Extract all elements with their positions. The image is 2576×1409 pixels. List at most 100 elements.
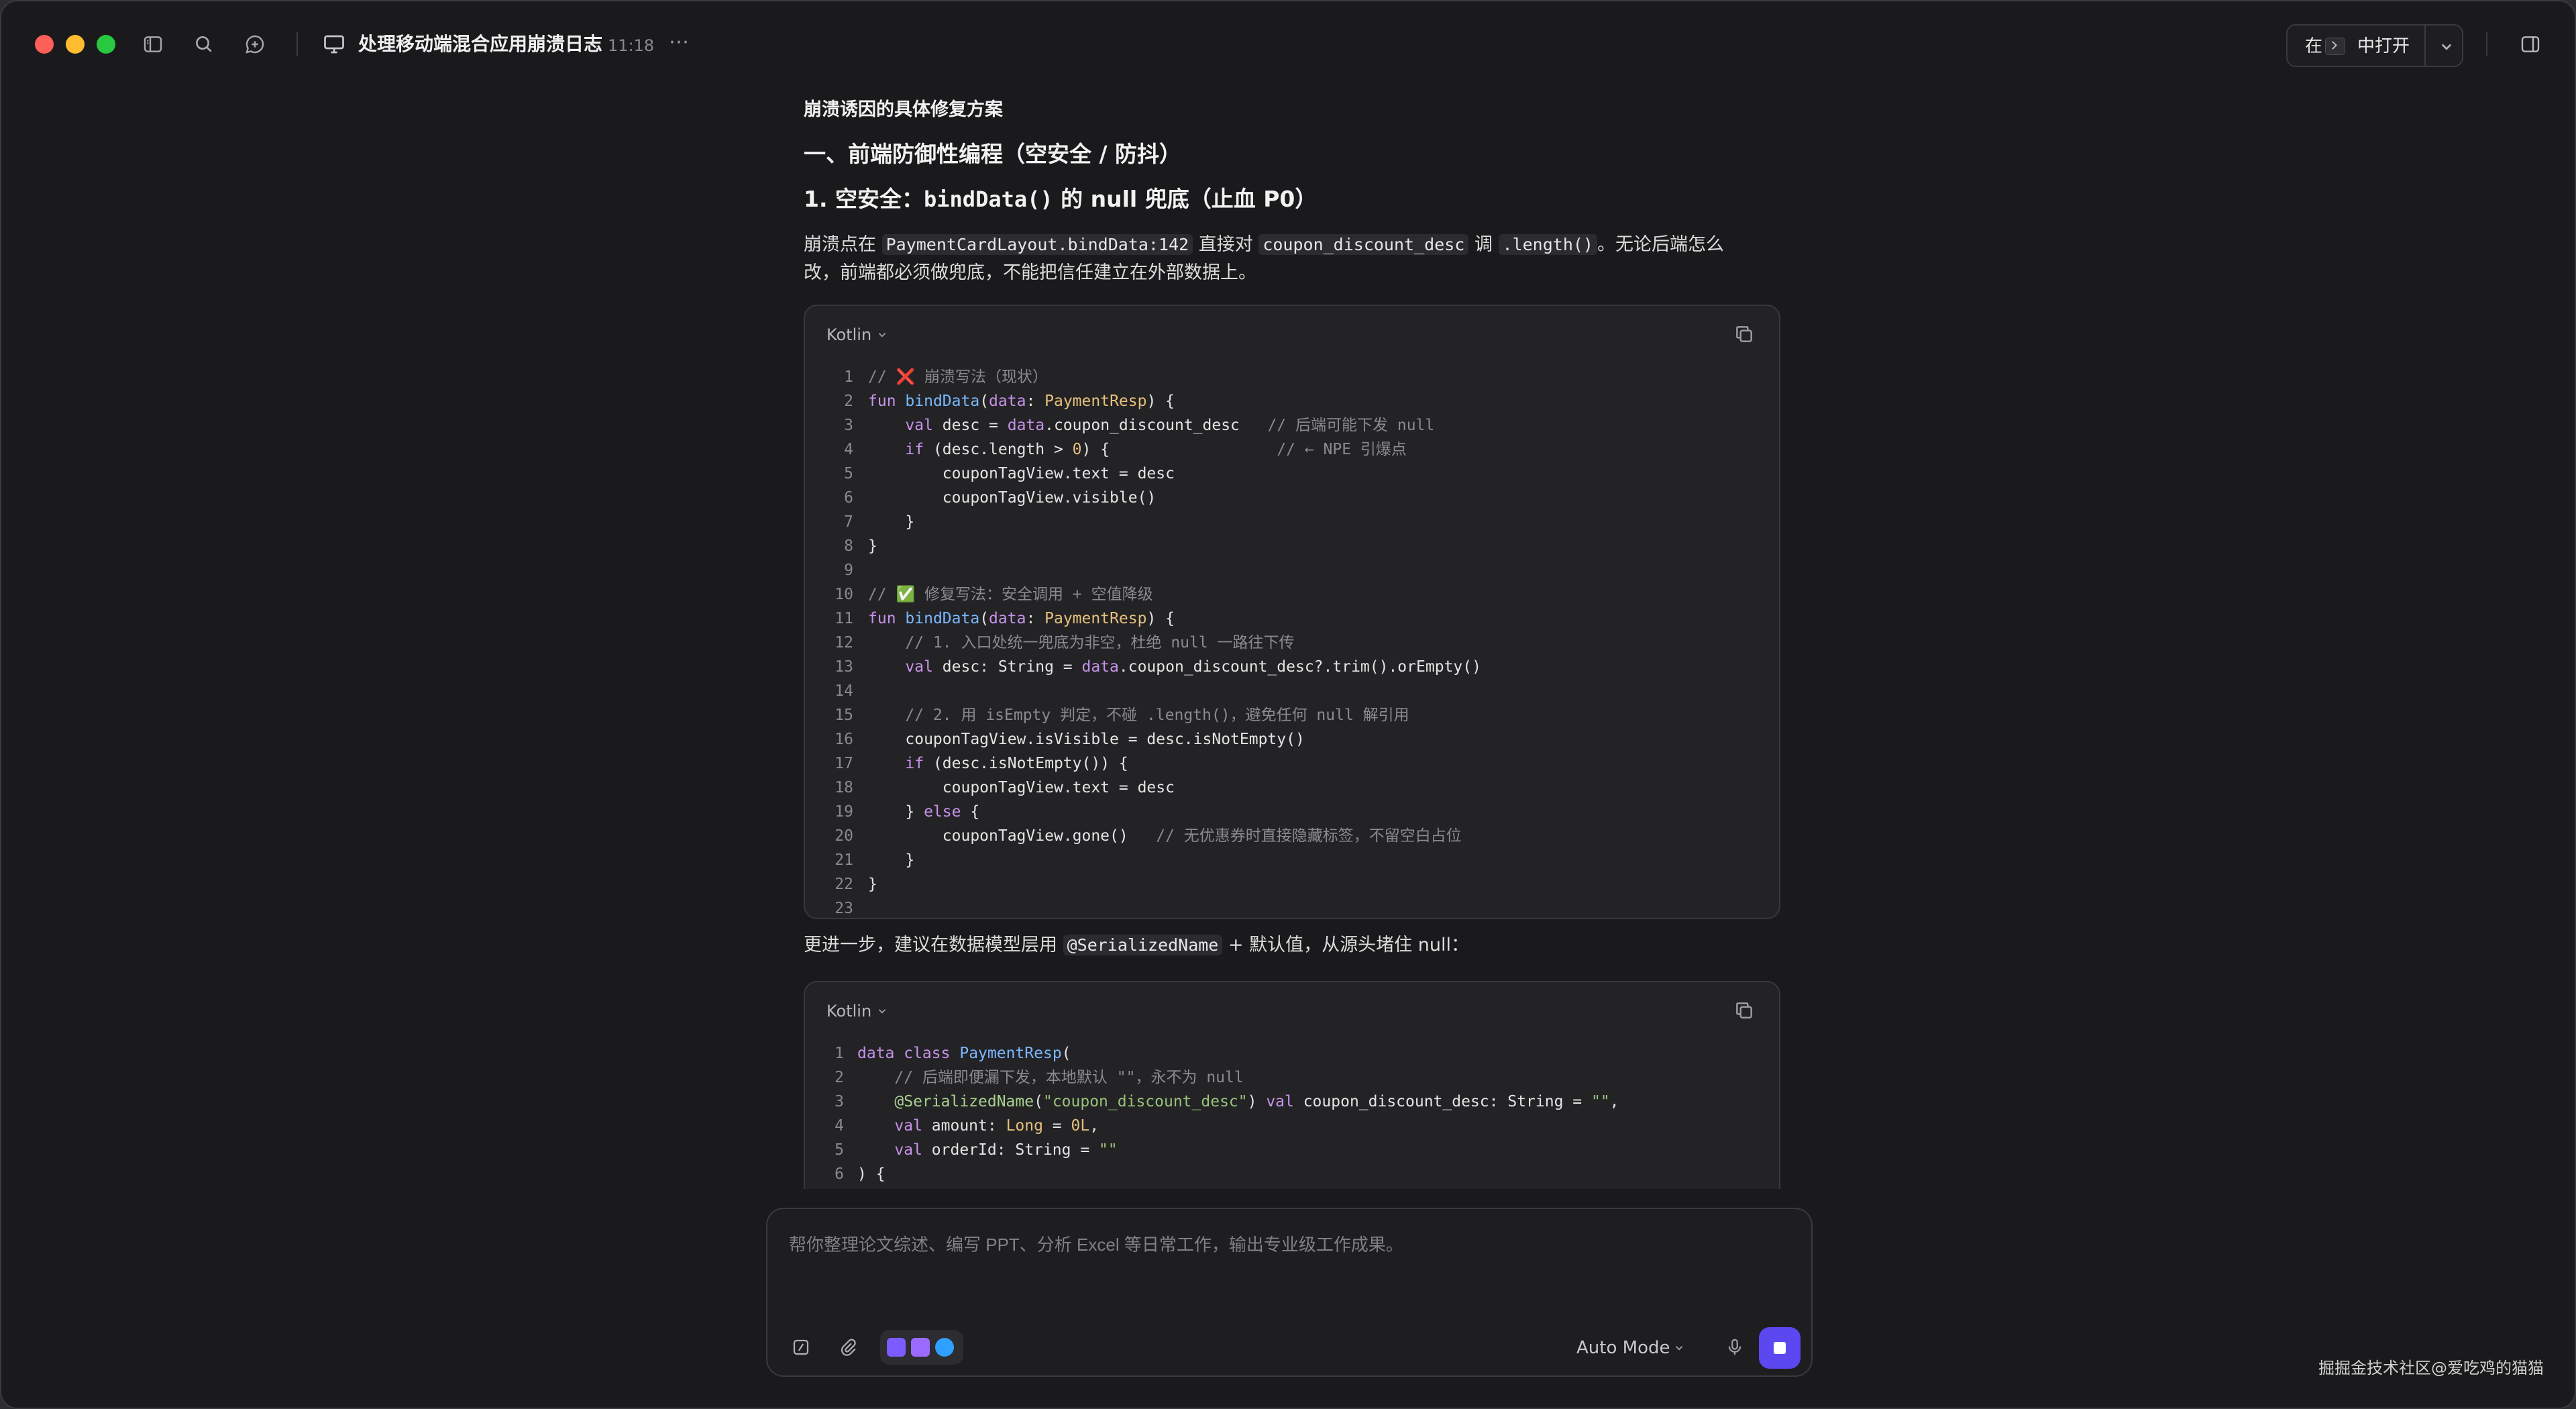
code-line: 2 // 后端即便漏下发，本地默认 ""，永不为 null — [835, 1069, 1244, 1086]
sidebar-toggle-button[interactable] — [140, 31, 166, 58]
code-line: 13 val desc: String = data.coupon_discou… — [835, 658, 1481, 676]
heading-two-code: bindData() — [924, 187, 1053, 212]
open-in-prefix: 在 — [2305, 36, 2323, 56]
code-line: 22} — [835, 876, 877, 893]
title-bar: 处理移动端混合应用崩溃日志 11:18 ⋯ 在 中打开 — [1, 1, 2575, 89]
chevron-down-icon[interactable] — [1673, 1342, 1685, 1354]
design-app-icon[interactable] — [935, 1338, 954, 1357]
open-in-suffix: 中打开 — [2357, 36, 2410, 56]
code-line: 16 couponTagView.isVisible = desc.isNotE… — [835, 731, 1305, 748]
more-options-button[interactable]: ⋯ — [665, 31, 692, 58]
slash-command-icon — [793, 1339, 809, 1355]
heading-two-suffix: 的 null 兜底（止血 P0） — [1053, 186, 1318, 212]
slash-command-button[interactable] — [786, 1333, 816, 1362]
code-line: 9 — [844, 562, 853, 579]
section-heading-one: 一、前端防御性编程（空安全 / 防抖） — [804, 141, 1182, 167]
code-line: 14 — [835, 682, 853, 700]
code-block-header: Kotlin — [805, 306, 1779, 362]
code-line: 4 if (desc.length > 0) { // ← NPE 引爆点 — [844, 441, 1407, 458]
search-button[interactable] — [191, 31, 217, 58]
paragraph-model-layer: 更进一步，建议在数据模型层用 @SerializedName + 默认值，从源头… — [804, 931, 1756, 959]
message-composer: Auto Mode — [766, 1208, 1813, 1377]
inline-code: coupon_discount_desc — [1258, 234, 1469, 255]
code-line: 23 — [835, 900, 853, 917]
paperclip-icon — [841, 1339, 856, 1356]
conversation-title[interactable]: 处理移动端混合应用崩溃日志 — [358, 31, 602, 58]
code-line: 10// ✅ 修复写法：安全调用 + 空值降级 — [835, 586, 1153, 603]
inline-code: .length() — [1498, 234, 1597, 255]
code-line: 5 couponTagView.text = desc — [844, 465, 1175, 482]
code-lines: 1 data class PaymentResp( 2 // 后端即便漏下发，本地… — [805, 1041, 1779, 1186]
new-chat-button[interactable] — [241, 31, 268, 58]
chevron-down-icon[interactable] — [2436, 36, 2457, 56]
code-line: 3 val desc = data.coupon_discount_desc /… — [844, 417, 1435, 434]
code-language-selector[interactable]: Kotlin — [826, 323, 871, 346]
inline-code: PaymentCardLayout.bindData:142 — [881, 234, 1193, 255]
code-line: 5 val orderId: String = "" — [835, 1141, 1118, 1159]
copy-icon[interactable] — [1733, 323, 1755, 345]
code-line: 6) { — [835, 1165, 885, 1183]
image-app-icon[interactable] — [911, 1338, 930, 1357]
titlebar-divider-right — [2486, 32, 2487, 56]
titlebar-divider — [297, 32, 298, 56]
code-line: 8} — [844, 537, 877, 555]
new-chat-icon — [246, 35, 264, 54]
code-line: 15 // 2. 用 isEmpty 判定，不碰 .length()，避免任何 … — [835, 707, 1409, 724]
close-window-button[interactable] — [35, 35, 54, 54]
open-in-button[interactable]: 在 中打开 — [2286, 24, 2463, 67]
chevron-down-icon[interactable] — [876, 1005, 888, 1017]
monitor-icon — [324, 35, 344, 54]
mode-selector[interactable]: Auto Mode — [1576, 1337, 1670, 1359]
code-line: 1 data class PaymentResp( — [835, 1045, 1071, 1062]
para-text: 更进一步，建议在数据模型层用 — [804, 935, 1063, 955]
search-icon — [196, 36, 212, 52]
code-line: 11 fun bindData(data: PaymentResp) { — [835, 610, 1175, 627]
conversation-time: 11:18 — [608, 36, 655, 55]
code-line: 20 couponTagView.gone() // 无优惠券时直接隐藏标签，不… — [835, 827, 1462, 845]
code-block-header: Kotlin — [805, 982, 1779, 1039]
sidebar-icon — [144, 36, 162, 52]
prompt-input[interactable] — [789, 1228, 1782, 1261]
app-window: 处理移动端混合应用崩溃日志 11:18 ⋯ 在 中打开 崩溃诱因的具体修复方案 … — [0, 0, 2576, 1409]
code-line: 2 fun bindData(data: PaymentResp) { — [844, 393, 1175, 410]
message-content: 崩溃诱因的具体修复方案 一、前端防御性编程（空安全 / 防抖） 1. 空安全：b… — [804, 95, 1780, 1189]
code-line: 21 } — [835, 851, 915, 869]
para-text: + 默认值，从源头堵住 null： — [1222, 935, 1469, 955]
minimize-window-button[interactable] — [66, 35, 85, 54]
code-line: 12 // 1. 入口处统一兜底为非空，杜绝 null 一路往下传 — [835, 634, 1295, 651]
code-line: 6 couponTagView.visible() — [844, 489, 1157, 507]
open-in-divider — [2424, 25, 2426, 66]
code-line: 18 couponTagView.text = desc — [835, 779, 1175, 796]
voice-input-button[interactable] — [1720, 1333, 1750, 1362]
paragraph-crash-point: 崩溃点在 PaymentCardLayout.bindData:142 直接对 … — [804, 231, 1756, 287]
heading-two-prefix: 1. 空安全： — [804, 186, 924, 212]
attach-file-button[interactable] — [833, 1333, 863, 1362]
app-shortcuts[interactable] — [880, 1330, 963, 1365]
code-line: 3 @SerializedName("coupon_discount_desc"… — [835, 1093, 1619, 1110]
section-heading-small: 崩溃诱因的具体修复方案 — [804, 99, 1003, 120]
code-language-selector[interactable]: Kotlin — [826, 1000, 871, 1023]
chevron-down-icon[interactable] — [876, 329, 888, 341]
code-lines: 1// ❌ 崩溃写法（现状） 2 fun bindData(data: Payme… — [805, 365, 1779, 918]
code-line: 19 } else { — [835, 803, 980, 821]
video-app-icon[interactable] — [887, 1338, 906, 1357]
stop-generation-button[interactable] — [1759, 1327, 1801, 1369]
panel-icon — [2521, 36, 2540, 52]
watermark: 掘掘金技术社区@爱吃鸡的猫猫 — [2318, 1359, 2544, 1377]
code-line: 4 val amount: Long = 0L, — [835, 1117, 1099, 1135]
zoom-window-button[interactable] — [97, 35, 115, 54]
code-line: 7 } — [844, 513, 915, 531]
copy-icon[interactable] — [1733, 1000, 1755, 1021]
para-text: 崩溃点在 — [804, 234, 882, 255]
para-text: 调 — [1468, 234, 1499, 255]
code-block: Kotlin 1 data class PaymentResp( 2 // 后端即… — [804, 981, 1780, 1189]
mic-icon — [1728, 1339, 1741, 1355]
section-heading-two: 1. 空安全：bindData() 的 null 兜底（止血 P0） — [804, 182, 1317, 216]
inline-code: @SerializedName — [1063, 935, 1223, 955]
toggle-panel-button[interactable] — [2517, 31, 2544, 58]
terminal-icon — [2325, 38, 2345, 55]
para-text: 直接对 — [1193, 234, 1259, 255]
code-block: Kotlin 1// ❌ 崩溃写法（现状） 2 fun bindData(data… — [804, 305, 1780, 919]
code-line: 17 if (desc.isNotEmpty()) { — [835, 755, 1128, 772]
code-line: 1// ❌ 崩溃写法（现状） — [844, 368, 1049, 386]
